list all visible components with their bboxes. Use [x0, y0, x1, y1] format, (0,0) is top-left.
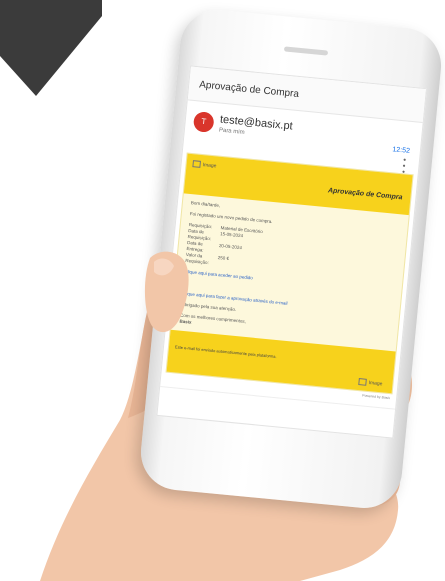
smartphone: Aprovação de Compra T teste@basix.pt Par…	[137, 6, 445, 512]
broken-image-icon	[192, 160, 201, 168]
avatar: T	[192, 111, 215, 133]
email-body: Bom dia/tarde, Foi registado um novo ped…	[171, 193, 409, 351]
more-options-icon[interactable]: • • •	[402, 155, 407, 176]
logo-alt-text: Image	[202, 161, 217, 169]
recipient-label: Para mim	[218, 127, 245, 136]
footer-text: Este e-mail foi enviado automaticamente …	[174, 344, 277, 360]
logo-image-placeholder: Image	[192, 160, 217, 169]
footer-logo-placeholder: Image	[358, 378, 383, 387]
email-title: Aprovação de Compra	[327, 187, 403, 202]
email-date: 12:52	[392, 146, 411, 155]
footer-logo-alt-text: Image	[368, 379, 383, 387]
email-content: Image Aprovação de Compra Bom dia/tarde,…	[165, 152, 414, 395]
broken-image-icon	[358, 378, 367, 386]
phone-screen: Aprovação de Compra T teste@basix.pt Par…	[156, 65, 427, 439]
